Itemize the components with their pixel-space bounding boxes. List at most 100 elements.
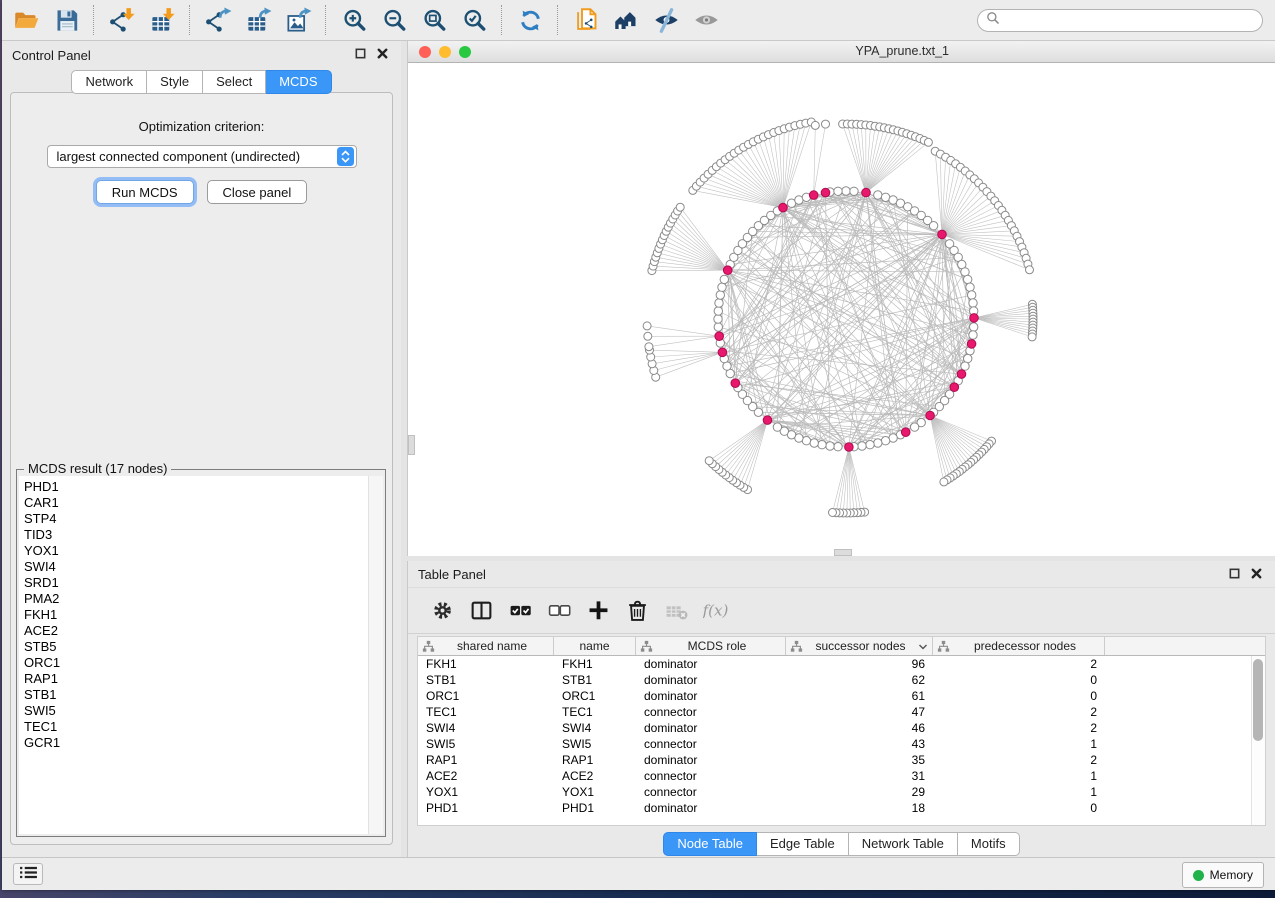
table-row[interactable]: STB1STB1dominator620 — [418, 672, 1265, 688]
tab-select[interactable]: Select — [203, 70, 266, 94]
zoom-out-button[interactable] — [374, 2, 414, 38]
column-header-name[interactable]: name — [554, 637, 636, 655]
zoom-fit-button[interactable] — [414, 2, 454, 38]
mcds-result-item[interactable]: ORC1 — [24, 655, 365, 671]
network-horizontal-scrollthumb[interactable] — [834, 549, 852, 556]
first-neighbors-button[interactable] — [606, 2, 646, 38]
close-panel-icon[interactable] — [376, 47, 389, 60]
node-table: shared namenameMCDS rolesuccessor nodesp… — [417, 636, 1266, 826]
save-session-button[interactable] — [46, 2, 86, 38]
column-header-successor-nodes[interactable]: successor nodes — [786, 637, 933, 655]
network-view[interactable] — [408, 63, 1275, 556]
table-options-button[interactable] — [424, 593, 460, 629]
table-tab-network-table[interactable]: Network Table — [849, 832, 958, 856]
show-columns-button[interactable] — [463, 593, 499, 629]
table-row[interactable]: SWI5SWI5connector431 — [418, 736, 1265, 752]
search-input[interactable] — [1005, 11, 1262, 31]
column-header-shared-name[interactable]: shared name — [418, 637, 554, 655]
cell-successor_nodes: 35 — [786, 753, 933, 767]
import-network-button[interactable] — [102, 2, 142, 38]
delete-column-button[interactable] — [619, 593, 655, 629]
deselect-all-button[interactable] — [541, 593, 577, 629]
mcds-result-item[interactable]: FKH1 — [24, 607, 365, 623]
mcds-result-item[interactable]: YOX1 — [24, 543, 365, 559]
column-header-MCDS-role[interactable]: MCDS role — [636, 637, 786, 655]
result-scrollbar[interactable] — [368, 476, 383, 834]
check-all-icon — [508, 598, 533, 623]
table-row[interactable]: FKH1FKH1dominator962 — [418, 656, 1265, 672]
mcds-result-item[interactable]: SWI4 — [24, 559, 365, 575]
table-row[interactable]: RAP1RAP1dominator352 — [418, 752, 1265, 768]
import-table-button[interactable] — [142, 2, 182, 38]
close-table-panel-icon[interactable] — [1250, 567, 1263, 580]
select-all-button[interactable] — [502, 593, 538, 629]
table-panel-title: Table Panel — [418, 567, 486, 582]
mcds-result-item[interactable]: SWI5 — [24, 703, 365, 719]
zoom-in-button[interactable] — [334, 2, 374, 38]
table-toolbar: f(x) — [408, 587, 1275, 634]
table-tab-motifs[interactable]: Motifs — [958, 832, 1020, 856]
mcds-result-item[interactable]: GCR1 — [24, 735, 365, 751]
export-image-button[interactable] — [278, 2, 318, 38]
table-row[interactable]: ORC1ORC1dominator610 — [418, 688, 1265, 704]
mcds-result-item[interactable]: STB1 — [24, 687, 365, 703]
mcds-result-list: PHD1CAR1STP4TID3YOX1SWI4SRD1PMA2FKH1ACE2… — [24, 479, 365, 834]
network-vertical-scrollthumb[interactable] — [408, 435, 415, 455]
cell-successor_nodes: 62 — [786, 673, 933, 687]
delete-table-button[interactable] — [658, 593, 694, 629]
mcds-result-item[interactable]: SRD1 — [24, 575, 365, 591]
zoom-selected-icon — [461, 7, 488, 34]
zoom-selected-button[interactable] — [454, 2, 494, 38]
function-builder-button[interactable]: f(x) — [697, 593, 733, 629]
export-network-button[interactable] — [198, 2, 238, 38]
new-network-from-selection-button[interactable] — [566, 2, 606, 38]
mcds-result-item[interactable]: PHD1 — [24, 479, 365, 495]
tab-style[interactable]: Style — [147, 70, 203, 94]
close-panel-button[interactable]: Close panel — [207, 180, 308, 204]
network-graph[interactable] — [408, 63, 1273, 556]
table-row[interactable]: PHD1PHD1dominator180 — [418, 800, 1265, 816]
hide-selected-button[interactable] — [646, 2, 686, 38]
window-maximize-button[interactable] — [459, 46, 471, 58]
task-history-button[interactable] — [13, 863, 43, 885]
window-minimize-button[interactable] — [439, 46, 451, 58]
column-header-predecessor-nodes[interactable]: predecessor nodes — [933, 637, 1105, 655]
mcds-result-item[interactable]: TEC1 — [24, 719, 365, 735]
table-row[interactable]: YOX1YOX1connector291 — [418, 784, 1265, 800]
table-scrollbar-thumb[interactable] — [1253, 659, 1263, 741]
table-row[interactable]: SWI4SWI4dominator462 — [418, 720, 1265, 736]
add-column-button[interactable] — [580, 593, 616, 629]
mcds-result-item[interactable]: STB5 — [24, 639, 365, 655]
tab-mcds[interactable]: MCDS — [266, 70, 331, 94]
table-row[interactable]: TEC1TEC1connector472 — [418, 704, 1265, 720]
export-table-button[interactable] — [238, 2, 278, 38]
mcds-result-item[interactable]: PMA2 — [24, 591, 365, 607]
cell-shared_name: FKH1 — [418, 657, 554, 671]
dropdown-arrows-icon — [337, 147, 354, 166]
memory-button[interactable]: Memory — [1182, 862, 1264, 888]
refresh-icon — [517, 7, 544, 34]
table-scrollbar[interactable] — [1251, 656, 1265, 825]
table-row[interactable]: ACE2ACE2connector311 — [418, 768, 1265, 784]
search-box[interactable] — [977, 9, 1263, 32]
run-mcds-button[interactable]: Run MCDS — [96, 180, 194, 204]
open-session-button[interactable] — [6, 2, 46, 38]
window-close-button[interactable] — [419, 46, 431, 58]
cell-successor_nodes: 18 — [786, 801, 933, 815]
tab-network[interactable]: Network — [71, 70, 147, 94]
apply-layout-button[interactable] — [510, 2, 550, 38]
table-tab-node-table[interactable]: Node Table — [663, 832, 757, 856]
table-tab-edge-table[interactable]: Edge Table — [757, 832, 849, 856]
mcds-result-item[interactable]: RAP1 — [24, 671, 365, 687]
mcds-result-item[interactable]: CAR1 — [24, 495, 365, 511]
cell-shared_name: STB1 — [418, 673, 554, 687]
mcds-result-item[interactable]: TID3 — [24, 527, 365, 543]
mcds-result-item[interactable]: ACE2 — [24, 623, 365, 639]
fx-icon: f(x) — [703, 598, 728, 623]
float-table-panel-icon[interactable] — [1228, 567, 1241, 580]
show-all-button[interactable] — [686, 2, 726, 38]
mcds-result-item[interactable]: STP4 — [24, 511, 365, 527]
cell-shared_name: ACE2 — [418, 769, 554, 783]
criterion-dropdown[interactable]: largest connected component (undirected) — [47, 145, 357, 168]
float-panel-icon[interactable] — [354, 47, 367, 60]
